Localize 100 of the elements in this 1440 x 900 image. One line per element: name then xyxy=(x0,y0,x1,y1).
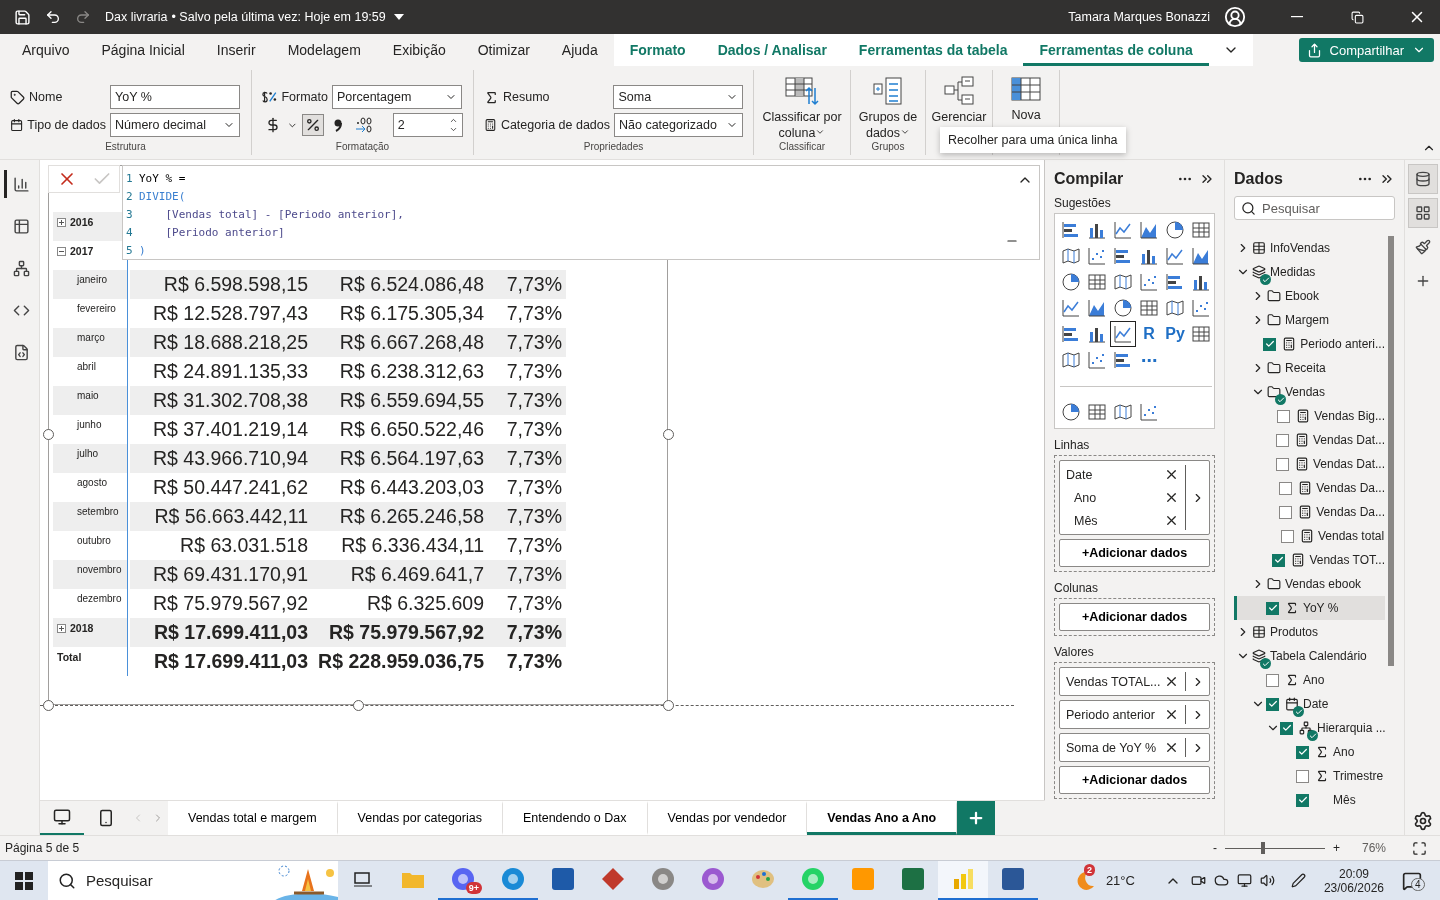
zoom-out-button[interactable]: - xyxy=(1212,841,1217,855)
row-header: Total xyxy=(57,651,82,663)
page-tab[interactable]: Vendas total e margem xyxy=(168,801,338,835)
table-cell-text: 7,73% xyxy=(505,620,563,645)
ribbon-button[interactable]: Nova xyxy=(997,76,1055,124)
tree-label: Ano xyxy=(1303,673,1325,687)
group-label: Formatação xyxy=(335,141,390,154)
tree-item[interactable]: YoY % xyxy=(1234,596,1385,620)
tree-label: Trimestre xyxy=(1333,769,1384,783)
data-type-dropdown[interactable]: Número decimal xyxy=(110,113,240,137)
table-cell-text: 7,73% xyxy=(505,330,563,355)
tree-label: Vendas Da... xyxy=(1316,505,1385,519)
tree-item[interactable]: Vendas Da... xyxy=(1234,476,1385,500)
tree-item[interactable]: InfoVendas xyxy=(1234,236,1385,260)
menu-tab[interactable]: Otimizar xyxy=(461,34,546,66)
tree-label: Ebook xyxy=(1285,289,1320,303)
menu-tab[interactable]: Exibição xyxy=(376,34,462,66)
add-data-button[interactable]: +Adicionar dados xyxy=(1059,603,1210,631)
tree-item[interactable]: Trimestre xyxy=(1234,764,1385,788)
name-field[interactable]: YoY % xyxy=(110,85,240,109)
menu-tab[interactable]: Modelagem xyxy=(271,34,377,66)
table-cell-text: R$ 6.667.268,48 xyxy=(338,330,485,355)
tree-item[interactable]: Medidas xyxy=(1234,260,1385,284)
share-button[interactable]: Compartilhar xyxy=(1298,38,1434,62)
tree-item[interactable]: Tabela Calendário xyxy=(1234,644,1385,668)
tree-item[interactable]: Date xyxy=(1234,692,1385,716)
taskbar-app[interactable]: 9+ xyxy=(438,860,488,900)
add-data-button[interactable]: +Adicionar dados xyxy=(1059,539,1210,567)
table-cell-text: R$ 6.469.641,7 xyxy=(349,562,485,587)
tree-label: Vendas TOT... xyxy=(1309,553,1385,567)
tree-item[interactable]: Hierarquia ... xyxy=(1234,716,1385,740)
field-well-item[interactable]: Date Ano Mês xyxy=(1059,460,1210,535)
tree-label: Mês xyxy=(1333,793,1356,807)
tree-item[interactable]: Vendas Dat... xyxy=(1234,452,1385,476)
tree-item[interactable]: Vendas total xyxy=(1234,524,1385,548)
ribbon-button[interactable]: Classificar por coluna xyxy=(758,76,846,142)
section-label: Sugestões xyxy=(1054,196,1112,210)
tree-label: Vendas Big... xyxy=(1314,409,1385,423)
menu-tab[interactable]: Ajuda xyxy=(545,34,614,66)
tree-item[interactable]: Produtos xyxy=(1234,620,1385,644)
field-well-item[interactable]: Periodo anterior xyxy=(1059,700,1210,729)
tree-item[interactable]: Ano xyxy=(1234,668,1385,692)
summary-dropdown[interactable]: Soma xyxy=(613,85,743,109)
page-tab[interactable]: Vendas por vendedor xyxy=(647,801,808,835)
visual-type-button[interactable]: Py xyxy=(1162,321,1188,347)
visual-type-button[interactable]: ⋯ xyxy=(1136,347,1162,373)
visual-type-button[interactable]: R xyxy=(1136,321,1162,347)
search-field[interactable]: Pesquisar xyxy=(1234,196,1395,220)
pane-title: Dados xyxy=(1234,170,1284,188)
row-header: 2018 xyxy=(70,622,94,634)
category-dropdown[interactable]: Não categorizado xyxy=(614,113,743,137)
tree-item[interactable]: Mês xyxy=(1234,788,1385,812)
table-cell-text: 7,73% xyxy=(505,388,563,413)
menu-tab[interactable]: Arquivo xyxy=(6,34,86,66)
table-cell-text: R$ 17.699.411,03 xyxy=(153,620,309,645)
tree-item[interactable]: Vendas xyxy=(1234,380,1385,404)
page-tab[interactable]: Vendas Ano a Ano xyxy=(807,801,958,835)
menu-tab[interactable]: Formato xyxy=(613,34,702,66)
decimals-spinner[interactable]: 2 xyxy=(392,113,464,137)
tree-item[interactable]: Margem xyxy=(1234,308,1385,332)
tree-item[interactable]: Vendas ebook xyxy=(1234,572,1385,596)
menu-tab[interactable]: Inserir xyxy=(200,34,272,66)
tree-item[interactable]: Periodo anteri... xyxy=(1234,332,1385,356)
group-label: Classificar xyxy=(778,141,826,155)
tree-item[interactable]: Vendas TOT... xyxy=(1234,548,1385,572)
notification-badge: 2 xyxy=(1083,863,1095,876)
search-field[interactable]: Pesquisar xyxy=(48,860,338,900)
tree-label: Periodo anteri... xyxy=(1300,337,1385,351)
tree-item[interactable]: Vendas Dat... xyxy=(1234,428,1385,452)
field-well-item[interactable]: Vendas TOTAL... xyxy=(1059,667,1210,696)
menu-tab[interactable]: Ferramentas de coluna xyxy=(1023,34,1209,66)
zoom-in-button[interactable]: + xyxy=(1332,841,1340,855)
tree-item[interactable]: Vendas Da... xyxy=(1234,500,1385,524)
row-header: setembro xyxy=(77,506,119,517)
row-header: julho xyxy=(77,448,99,459)
field-name: Ano xyxy=(1074,490,1098,505)
formula-editor-dialog[interactable]: 1 YoY % = 2 DIVIDE( 3 [Vendas total] - [Periodo anterior], 4 [Periodo anterior] 5 ) xyxy=(122,165,1040,260)
table-cell-text: R$ 6.265.246,58 xyxy=(338,504,485,529)
page-tab[interactable]: Vendas por categorias xyxy=(337,801,503,835)
clock-time: 20:09 xyxy=(1338,866,1369,881)
tree-item[interactable]: Receita xyxy=(1234,356,1385,380)
menu-tab[interactable]: Dados / Analisar xyxy=(701,34,843,66)
table-cell-text: R$ 17.699.411,03 xyxy=(153,649,309,674)
page-tab[interactable]: Entendendo o Dax xyxy=(502,801,648,835)
menu-tab[interactable]: Ferramentas da tabela xyxy=(842,34,1024,66)
field-name: Mês xyxy=(1074,513,1099,528)
tree-item[interactable]: Vendas Big... xyxy=(1234,404,1385,428)
tree-item[interactable]: Ebook xyxy=(1234,284,1385,308)
format-dropdown[interactable]: Porcentagem xyxy=(332,85,462,109)
tree-label: Vendas ebook xyxy=(1285,577,1362,591)
table-cell-text: R$ 31.302.708,38 xyxy=(151,388,309,413)
row-header: maio xyxy=(77,390,99,401)
ribbon-button[interactable]: Gerenciar xyxy=(930,76,988,126)
ribbon-button[interactable]: Grupos de dados xyxy=(855,76,921,142)
tree-item[interactable]: Ano xyxy=(1234,740,1385,764)
section-label: Valores xyxy=(1054,645,1095,659)
tree-label: Hierarquia ... xyxy=(1317,721,1386,735)
field-well-item[interactable]: Soma de YoY % xyxy=(1059,733,1210,762)
menu-tab[interactable]: Página Inicial xyxy=(85,34,201,66)
add-data-button[interactable]: +Adicionar dados xyxy=(1059,766,1210,794)
